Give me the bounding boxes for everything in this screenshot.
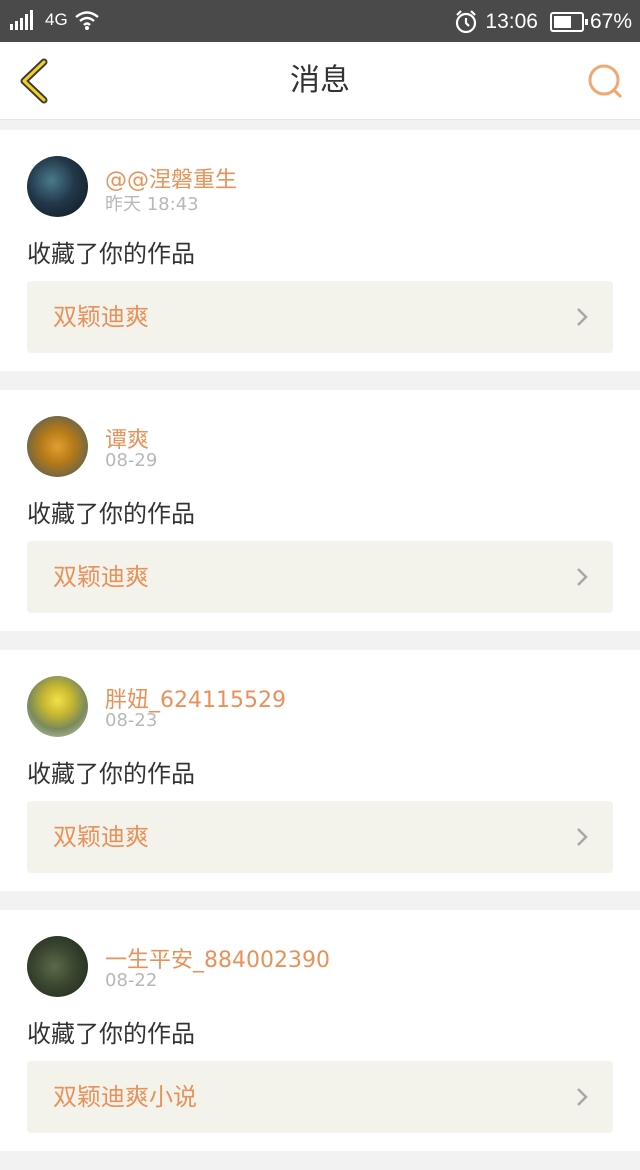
message-card: 一生平安_884002390 08-22 收藏了你的作品 双颖迪爽小说 <box>0 910 640 1151</box>
avatar[interactable] <box>27 416 88 477</box>
battery-icon <box>549 12 588 32</box>
network-type: 4G <box>45 10 68 29</box>
status-bar: 4G 13:06 67% <box>0 0 640 42</box>
work-link[interactable]: 双颖迪爽 <box>27 281 613 353</box>
work-link[interactable]: 双颖迪爽 <box>27 801 613 873</box>
chevron-right-icon <box>577 1088 588 1106</box>
work-title: 双颖迪爽 <box>53 563 149 591</box>
action-text: 收藏了你的作品 <box>27 240 195 268</box>
message-card: 谭爽 08-29 收藏了你的作品 双颖迪爽 <box>0 390 640 631</box>
battery-percent: 67% <box>589 10 632 33</box>
avatar[interactable] <box>27 156 88 217</box>
work-title: 双颖迪爽小说 <box>53 1083 197 1111</box>
chevron-right-icon <box>577 828 588 846</box>
work-link[interactable]: 双颖迪爽 <box>27 541 613 613</box>
avatar[interactable] <box>27 676 88 737</box>
message-time: 08-29 <box>105 450 158 471</box>
work-link[interactable]: 双颖迪爽小说 <box>27 1061 613 1133</box>
action-text: 收藏了你的作品 <box>27 500 195 528</box>
avatar[interactable] <box>27 936 88 997</box>
signal-icon <box>10 10 35 30</box>
work-title: 双颖迪爽 <box>53 823 149 851</box>
message-card: 胖妞_624115529 08-23 收藏了你的作品 双颖迪爽 <box>0 650 640 891</box>
message-time: 08-23 <box>105 710 158 731</box>
wifi-icon <box>74 11 99 30</box>
work-title: 双颖迪爽 <box>53 303 149 331</box>
message-time: 08-22 <box>105 970 158 991</box>
alarm-icon <box>456 10 477 34</box>
action-text: 收藏了你的作品 <box>27 760 195 788</box>
chevron-right-icon <box>577 308 588 326</box>
nav-header: 消息 <box>0 42 640 120</box>
message-list: @@涅磐重生 昨天 18:43 收藏了你的作品 双颖迪爽 谭爽 08-29 收藏… <box>0 130 640 1170</box>
message-card: @@涅磐重生 昨天 18:43 收藏了你的作品 双颖迪爽 <box>0 130 640 371</box>
chevron-right-icon <box>577 568 588 586</box>
clock-time: 13:06 <box>485 10 538 33</box>
message-time: 昨天 18:43 <box>105 194 199 215</box>
page-title: 消息 <box>290 63 350 98</box>
search-icon[interactable] <box>586 62 624 100</box>
action-text: 收藏了你的作品 <box>27 1020 195 1048</box>
